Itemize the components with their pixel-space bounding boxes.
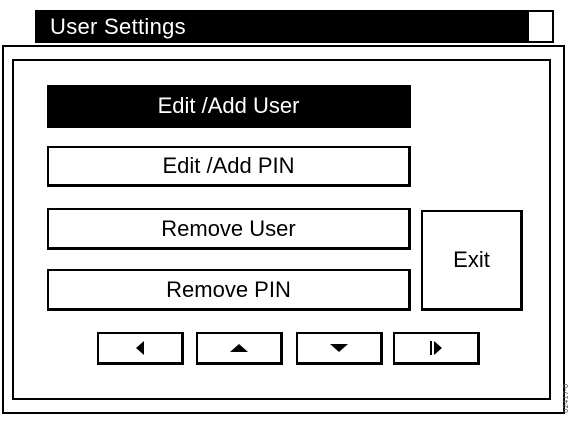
title-bar-fill: User Settings (37, 12, 529, 41)
edit-add-user-label: Edit /Add User (157, 93, 300, 118)
remove-pin-label: Remove PIN (166, 276, 291, 302)
remove-user-label: Remove User (161, 215, 296, 241)
edit-add-user-button[interactable]: Edit /Add User (47, 85, 411, 128)
arrow-left-icon (136, 341, 144, 355)
nav-up-button[interactable] (196, 332, 283, 365)
arrow-up-icon (230, 344, 248, 352)
edit-add-pin-label: Edit /Add PIN (162, 153, 295, 178)
edit-add-pin-button[interactable]: Edit /Add PIN (47, 146, 411, 187)
nav-right-button[interactable] (393, 332, 480, 365)
exit-button[interactable]: Exit (421, 210, 523, 311)
nav-down-button[interactable] (296, 332, 383, 365)
arrow-down-icon (330, 344, 348, 352)
nav-left-button[interactable] (97, 332, 184, 365)
title-bar: User Settings (35, 10, 554, 43)
figure-id: 02417-0 (562, 383, 570, 413)
exit-label: Exit (453, 247, 490, 272)
arrow-right-bar-icon (430, 341, 442, 355)
remove-pin-button[interactable]: Remove PIN (47, 269, 411, 311)
window-title: User Settings (50, 14, 186, 39)
remove-user-button[interactable]: Remove User (47, 208, 411, 250)
